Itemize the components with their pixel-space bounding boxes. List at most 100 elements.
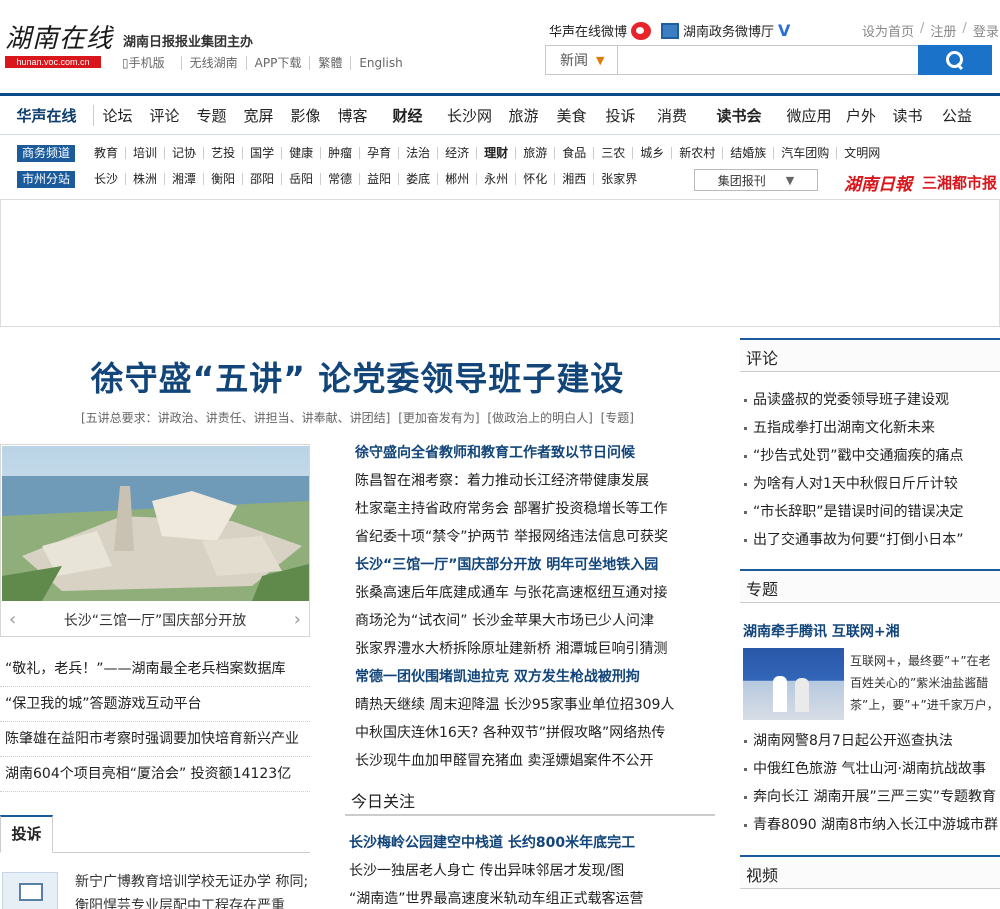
weibo-link[interactable]: 华声在线微博: [549, 21, 627, 40]
list-item[interactable]: 长沙一独居老人身亡 传出异味邻居才发现/图: [349, 857, 709, 885]
subnav-item[interactable]: 湘潭: [164, 173, 203, 185]
nav-item[interactable]: 评论: [141, 105, 188, 126]
photo-slider[interactable]: ‹ 长沙“三馆一厅”国庆部分开放 ›: [0, 444, 310, 637]
sanxiang-metro-logo[interactable]: 三湘都市报: [922, 172, 997, 193]
list-item[interactable]: 青春8090 湖南8市纳入长江中游城市群: [740, 811, 1000, 839]
next-arrow-icon[interactable]: ›: [294, 609, 301, 630]
nav-item[interactable]: 微应用: [779, 105, 839, 126]
list-item[interactable]: “市长辞职”是错误时间的错误决定: [740, 498, 1000, 526]
search-category-select[interactable]: 新闻 ▼: [546, 46, 618, 74]
topic-feature-text[interactable]: 互联网+，最终要”+”在老百姓关心的”紫米油盐酱醋茶”上，要”+”进千家万户，真…: [850, 650, 1000, 718]
list-item[interactable]: 奔向长江 湖南开展”三严三实”专题教育: [740, 783, 1000, 811]
subnav-item[interactable]: 娄底: [398, 173, 437, 185]
nav-item[interactable]: 投诉: [596, 105, 645, 126]
subnav-item[interactable]: 三农: [593, 147, 632, 159]
topic-feature-title[interactable]: 湖南牵手腾讯 互联网+湘: [743, 621, 900, 641]
nav-item[interactable]: 华声在线: [0, 104, 94, 126]
subnav-item[interactable]: 理财: [476, 147, 515, 159]
subnav-item[interactable]: 健康: [281, 147, 320, 159]
gov-weibo-icon[interactable]: [661, 22, 680, 39]
list-item[interactable]: 五指成拳打出湖南文化新未来: [740, 414, 1000, 442]
prev-arrow-icon[interactable]: ‹: [9, 609, 16, 630]
subnav-item[interactable]: 株洲: [125, 173, 164, 185]
subnav-item[interactable]: 结婚族: [722, 147, 773, 159]
list-item[interactable]: 常德一团伙围堵凯迪拉克 双方发生枪战被刑拘: [355, 663, 700, 691]
nav-item[interactable]: 户外: [839, 105, 883, 126]
nav-item[interactable]: 读书: [883, 105, 932, 126]
list-item[interactable]: 湖南604个项目亮相“厦洽会” 投资额14123亿: [0, 757, 310, 792]
complaint-text[interactable]: 新宁广博教育培训学校无证办学 称同;衡阳悍芸专业层配中工程存在严重: [75, 870, 310, 909]
list-item[interactable]: 杜家毫主持省政府常务会 部署扩投资稳增长等工作: [355, 495, 700, 523]
list-item[interactable]: 出了交通事故为何要“打倒小日本”: [740, 526, 1000, 554]
subnav-item[interactable]: 汽车团购: [773, 147, 836, 159]
sublink-promising[interactable]: [更加奋发有为]: [398, 411, 479, 425]
list-item[interactable]: 长沙现牛血加甲醛冒充猪血 卖淫嫖娼案件不公开: [355, 747, 700, 775]
nav-item[interactable]: 专题: [188, 105, 235, 126]
nav-item[interactable]: 财经: [376, 105, 439, 126]
subnav-item[interactable]: 邵阳: [242, 173, 281, 185]
subnav-item[interactable]: 经济: [437, 147, 476, 159]
nav-item[interactable]: 宽屏: [235, 105, 282, 126]
sublink-topic[interactable]: [专题]: [601, 411, 634, 425]
nav-item[interactable]: 公益: [932, 105, 982, 126]
comment-section-title[interactable]: 评论: [746, 345, 778, 369]
subnav-item[interactable]: 新农村: [671, 147, 722, 159]
subnav-item[interactable]: 文明网: [836, 147, 887, 159]
subnav-item[interactable]: 艺投: [203, 147, 242, 159]
list-item[interactable]: 张桑高速后年底建成通车 与张花高速枢纽互通对接: [355, 579, 700, 607]
subnav-item[interactable]: 常德: [320, 173, 359, 185]
gov-weibo-link[interactable]: 湖南政务微博厅: [683, 21, 774, 40]
list-item[interactable]: 商场沦为“试衣间” 长沙金苹果大市场已少人问津: [355, 607, 700, 635]
nav-item[interactable]: 消费: [645, 105, 699, 126]
list-item[interactable]: 晴热天继续 周末迎降温 长沙95家事业单位招309人: [355, 691, 700, 719]
list-item[interactable]: 品读盛叔的党委领导班子建设观: [740, 386, 1000, 414]
mobile-link[interactable]: ▯手机版: [122, 56, 181, 70]
subnav-item[interactable]: 岳阳: [281, 173, 320, 185]
topic-section-title[interactable]: 专题: [746, 576, 778, 600]
nav-item[interactable]: 影像: [282, 105, 329, 126]
subnav-item[interactable]: 食品: [554, 147, 593, 159]
nav-item[interactable]: 旅游: [500, 105, 547, 126]
subnav-item[interactable]: 郴州: [437, 173, 476, 185]
login-link[interactable]: 登录: [967, 21, 1000, 40]
nav-item[interactable]: 长沙网: [439, 105, 500, 126]
subnav-item[interactable]: 永州: [476, 173, 515, 185]
subnav-item[interactable]: 长沙: [87, 173, 125, 185]
sublink-political[interactable]: [做政治上的明白人]: [487, 411, 592, 425]
subnav-item[interactable]: 孕育: [359, 147, 398, 159]
nav-item[interactable]: 博客: [329, 105, 376, 126]
sublink-requirements[interactable]: [五讲总要求：讲政治、讲责任、讲担当、讲奉献、讲团结]: [81, 411, 390, 425]
subnav-item[interactable]: 教育: [87, 147, 125, 159]
hunan-daily-logo[interactable]: 湖南日報: [844, 170, 912, 195]
list-item[interactable]: “保卫我的城”答题游戏互动平台: [0, 687, 310, 722]
register-link[interactable]: 注册: [924, 21, 962, 40]
list-item[interactable]: “湖南造”世界最高速度米轨动车组正式载客运营: [349, 885, 709, 909]
list-item[interactable]: 湖南网警8月7日起公开巡查执法: [740, 727, 1000, 755]
subnav-item[interactable]: 湘西: [554, 173, 593, 185]
subnav-item[interactable]: 旅游: [515, 147, 554, 159]
list-item[interactable]: 长沙“三馆一厅”国庆部分开放 明年可坐地铁入园: [355, 551, 700, 579]
museum-photo[interactable]: [2, 446, 309, 601]
list-item[interactable]: 省纪委十项“禁令”护两节 举报网络违法信息可获奖: [355, 523, 700, 551]
traditional-link[interactable]: 繁體: [309, 56, 350, 70]
nav-item[interactable]: 美食: [547, 105, 596, 126]
weibo-icon[interactable]: [631, 21, 652, 40]
subnav-item[interactable]: 城乡: [632, 147, 671, 159]
subnav-item[interactable]: 怀化: [515, 173, 554, 185]
set-homepage-link[interactable]: 设为首页: [856, 21, 920, 40]
video-section-title[interactable]: 视频: [746, 862, 778, 886]
app-download-link[interactable]: APP下载: [245, 56, 310, 70]
search-input[interactable]: [618, 46, 918, 74]
nav-item[interactable]: 读书会: [699, 105, 779, 126]
list-item[interactable]: 中俄红色旅游 气壮山河·湖南抗战故事: [740, 755, 1000, 783]
site-logo[interactable]: 湖南在线 hunan.voc.com.cn: [5, 24, 112, 72]
subnav-item[interactable]: 张家界: [593, 173, 644, 185]
list-item[interactable]: 中秋国庆连休16天? 各种双节”拼假攻略”网络热传: [355, 719, 700, 747]
subnav-item[interactable]: 培训: [125, 147, 164, 159]
complaint-tab[interactable]: 投诉: [0, 815, 53, 853]
list-item[interactable]: 张家界澧水大桥拆除原址建新桥 湘潭城巨响引猜测: [355, 635, 700, 663]
photo-caption[interactable]: 长沙“三馆一厅”国庆部分开放: [64, 610, 247, 630]
subnav-item[interactable]: 肿瘤: [320, 147, 359, 159]
list-item[interactable]: 长沙梅岭公园建空中栈道 长约800米年底完工: [349, 829, 709, 857]
main-headline[interactable]: 徐守盛“五讲” 论党委领导班子建设: [0, 352, 715, 400]
